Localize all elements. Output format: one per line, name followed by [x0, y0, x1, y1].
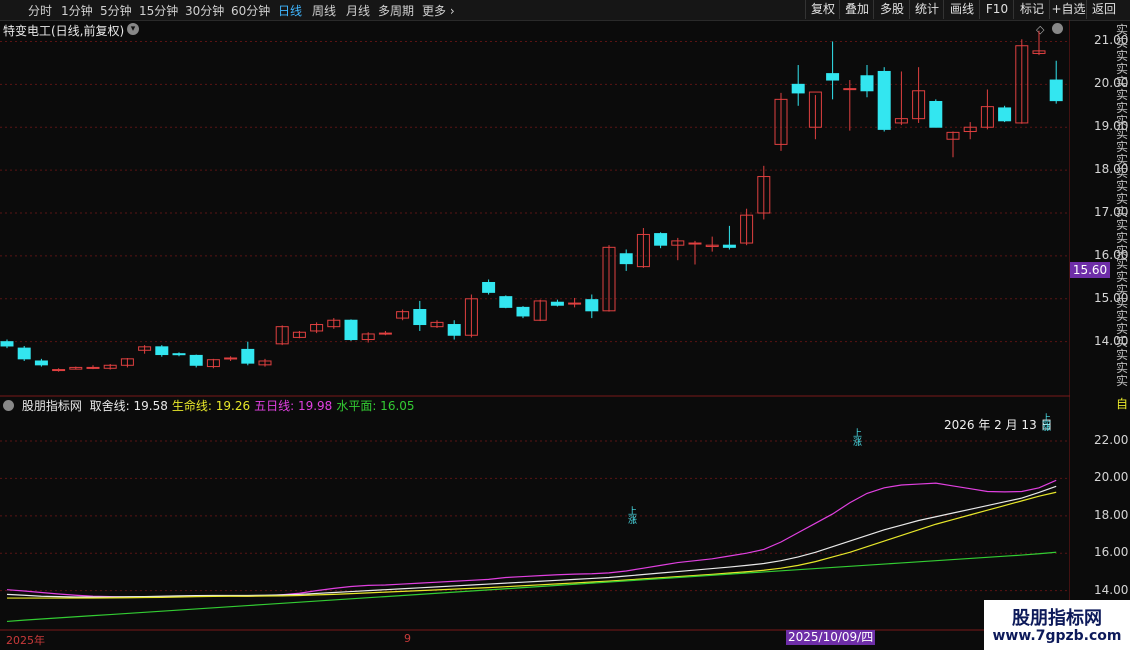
- indicator-tick-label: 22.00: [1094, 433, 1129, 448]
- candle-body: [447, 324, 461, 336]
- candle-body: [482, 281, 496, 293]
- kline-chart[interactable]: [0, 20, 1070, 631]
- period-tab[interactable]: 15分钟: [139, 2, 178, 19]
- time-axis: 2025年 9: [0, 631, 1070, 650]
- toolbar-button[interactable]: 标记: [1013, 0, 1050, 19]
- toolbar-button[interactable]: 返回: [1086, 0, 1121, 19]
- candle-body: [378, 332, 392, 335]
- period-tab[interactable]: 60分钟: [231, 2, 270, 19]
- signal-marker: 上涨: [853, 429, 863, 448]
- watermark-title: 股朋指标网: [1012, 608, 1102, 629]
- current-price-tag: 15.60: [1070, 262, 1110, 278]
- candle-body: [172, 353, 186, 356]
- candle-body: [516, 306, 530, 317]
- candle-body: [344, 319, 358, 341]
- indicator-line-white: [6, 485, 1057, 598]
- candle-body: [585, 299, 599, 312]
- period-toolbar: 分时 1分钟 5分钟 15分钟 30分钟 60分钟 日线 周线 月线 多周期 更多 › 复权 叠加 多股统…: [0, 0, 1130, 21]
- period-tab[interactable]: 30分钟: [185, 2, 224, 19]
- candle-body: [998, 107, 1012, 122]
- candle-body: [619, 253, 633, 265]
- candle-body: [1049, 79, 1063, 102]
- indicator-line-magenta: [6, 479, 1057, 598]
- candle-body: [826, 73, 840, 81]
- candle-body: [0, 341, 14, 347]
- toolbar-button[interactable]: 画线: [943, 0, 980, 19]
- period-tab[interactable]: 分时: [28, 2, 52, 19]
- candle-body: [550, 301, 564, 306]
- indicator-line-label: 取舍线: 19.58: [89, 399, 168, 413]
- toolbar-button[interactable]: 多股: [873, 0, 910, 19]
- toolbar-button[interactable]: 统计: [909, 0, 944, 19]
- x-tick-label: 2025年: [6, 634, 45, 647]
- watermark-url: www.7gpzb.com: [992, 628, 1122, 644]
- indicator-tick-label: 16.00: [1094, 545, 1129, 560]
- candle-body: [860, 75, 874, 92]
- candle-body: [413, 309, 427, 326]
- period-tab[interactable]: 1分钟: [61, 2, 93, 19]
- candle-body: [34, 360, 48, 366]
- candle-body: [654, 233, 668, 246]
- candle-body: [877, 70, 891, 130]
- period-tab[interactable]: 更多 ›: [422, 2, 455, 19]
- indicator-line-label: 生命线: 19.26: [171, 399, 251, 413]
- toolbar-button[interactable]: F10: [979, 0, 1014, 19]
- period-tab[interactable]: 多周期: [378, 2, 414, 19]
- toolbar-button[interactable]: +自选: [1049, 0, 1087, 19]
- toolbar-button[interactable]: 复权: [805, 0, 840, 19]
- signal-marker: 上涨: [628, 507, 638, 526]
- indicator-line-label: 五日线: 19.98: [254, 399, 333, 413]
- candle-body: [929, 100, 943, 128]
- period-tab[interactable]: 5分钟: [100, 2, 132, 19]
- candle-body: [843, 88, 857, 91]
- candle-body: [189, 354, 203, 366]
- candle-body: [688, 242, 702, 245]
- indicator-line-green: [6, 551, 1057, 623]
- indicator-tick-label: 14.00: [1094, 582, 1129, 597]
- candle-body: [155, 346, 169, 356]
- right-strip-top: 实实实实实实实实实实实实实实实实实实实实实实实实实实实实: [1115, 23, 1128, 388]
- indicator-settings-icon[interactable]: [3, 400, 14, 411]
- candle-body: [52, 369, 66, 372]
- indicator-line-label: 水平面: 16.05: [336, 399, 415, 413]
- date-annotation: 2026 年 2 月 13 日: [944, 418, 1053, 432]
- candle-body: [791, 83, 805, 94]
- period-tab[interactable]: 月线: [346, 2, 370, 19]
- indicator-legend: 股朋指标网 取舍线: 19.58 生命线: 19.26 五日线: 19.98 水平面:…: [0, 397, 423, 413]
- candle-body: [568, 302, 582, 305]
- right-strip-mid: 自: [1115, 397, 1128, 411]
- candle-body: [241, 348, 255, 364]
- cursor-date-label: 2025/10/09/四: [786, 630, 876, 645]
- candle-body: [499, 296, 513, 308]
- signal-marker: 上涨: [1042, 414, 1052, 433]
- period-tab[interactable]: 日线: [278, 2, 302, 19]
- indicator-name[interactable]: 股朋指标网: [22, 399, 82, 413]
- indicator-tick-label: 20.00: [1094, 470, 1129, 485]
- indicator-tick-label: 18.00: [1094, 507, 1129, 522]
- toolbar-button[interactable]: 叠加: [839, 0, 874, 19]
- candle-body: [86, 366, 100, 369]
- candle-body: [17, 347, 31, 360]
- x-tick-label: 9: [404, 632, 411, 645]
- candle-body: [722, 244, 736, 248]
- period-tab[interactable]: 周线: [312, 2, 336, 19]
- candle-body: [224, 357, 238, 360]
- watermark: 股朋指标网 www.7gpzb.com: [984, 600, 1130, 650]
